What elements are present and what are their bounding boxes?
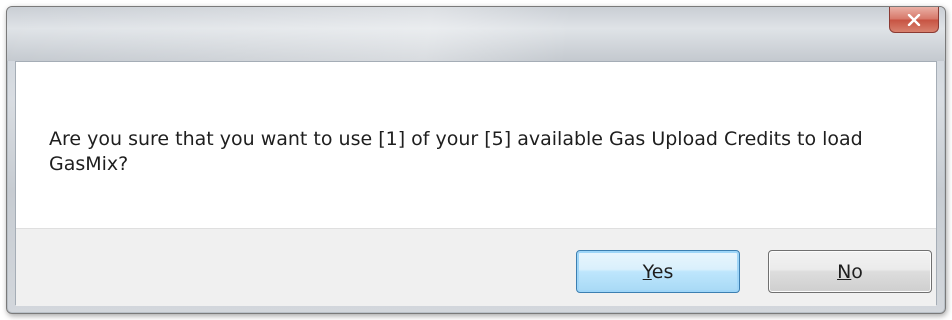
message-area: Are you sure that you want to use [1] of… [16, 62, 936, 228]
confirm-dialog: Are you sure that you want to use [1] of… [6, 6, 946, 314]
yes-button-label: Yes [642, 260, 674, 283]
yes-button[interactable]: Yes [576, 250, 740, 293]
button-bar: Yes No [16, 228, 936, 306]
no-button[interactable]: No [768, 250, 932, 293]
close-icon [907, 13, 921, 26]
title-bar[interactable] [7, 7, 945, 61]
no-button-label: No [837, 260, 863, 283]
confirmation-message: Are you sure that you want to use [1] of… [49, 128, 863, 175]
close-button[interactable] [889, 7, 939, 33]
dialog-content: Are you sure that you want to use [1] of… [15, 61, 937, 306]
